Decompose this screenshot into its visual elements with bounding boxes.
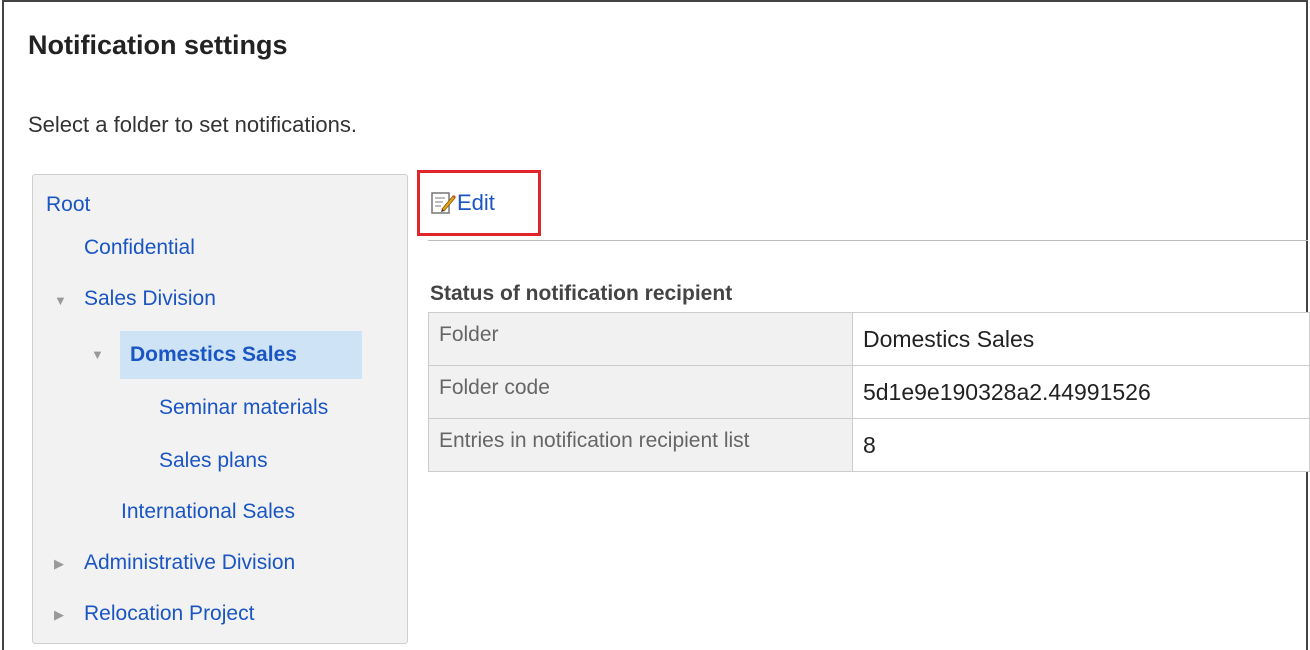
edit-link[interactable]: Edit <box>457 190 495 216</box>
expanded-triangle-icon[interactable]: ▼ <box>91 347 104 362</box>
row-key: Entries in notification recipient list <box>428 418 853 472</box>
table-row: Folder code 5d1e9e190328a2.44991526 <box>428 365 1310 419</box>
tree-item-root[interactable]: Root <box>46 193 90 217</box>
table-row: Folder Domestics Sales <box>428 312 1310 366</box>
tree-item-confidential[interactable]: Confidential <box>84 236 195 260</box>
row-key: Folder <box>428 312 853 366</box>
tree-item-domestics-sales[interactable]: Domestics Sales <box>130 343 297 367</box>
tree-item-relocation-project[interactable]: Relocation Project <box>84 602 254 626</box>
tree-item-administrative-division[interactable]: Administrative Division <box>84 551 295 575</box>
tree-item-international-sales[interactable]: International Sales <box>121 500 295 524</box>
edit-note-icon[interactable] <box>430 190 456 221</box>
collapsed-triangle-icon[interactable]: ▶ <box>54 556 64 572</box>
status-section-title: Status of notification recipient <box>430 282 733 305</box>
expanded-triangle-icon[interactable]: ▼ <box>54 293 67 308</box>
page-description: Select a folder to set notifications. <box>28 112 357 137</box>
divider <box>428 240 1308 241</box>
page-title: Notification settings <box>28 30 288 60</box>
row-value: Domestics Sales <box>851 312 1310 366</box>
tree-item-sales-division[interactable]: Sales Division <box>84 287 216 311</box>
row-key: Folder code <box>428 365 853 419</box>
collapsed-triangle-icon[interactable]: ▶ <box>54 607 64 623</box>
tree-item-sales-plans[interactable]: Sales plans <box>159 449 268 473</box>
row-value: 8 <box>851 418 1310 472</box>
folder-tree: Root Confidential ▼ Sales Division ▼ Dom… <box>32 174 408 644</box>
table-row: Entries in notification recipient list 8 <box>428 418 1310 472</box>
status-table: Folder Domestics Sales Folder code 5d1e9… <box>428 312 1310 472</box>
row-value: 5d1e9e190328a2.44991526 <box>851 365 1310 419</box>
tree-item-seminar-materials[interactable]: Seminar materials <box>159 396 328 420</box>
